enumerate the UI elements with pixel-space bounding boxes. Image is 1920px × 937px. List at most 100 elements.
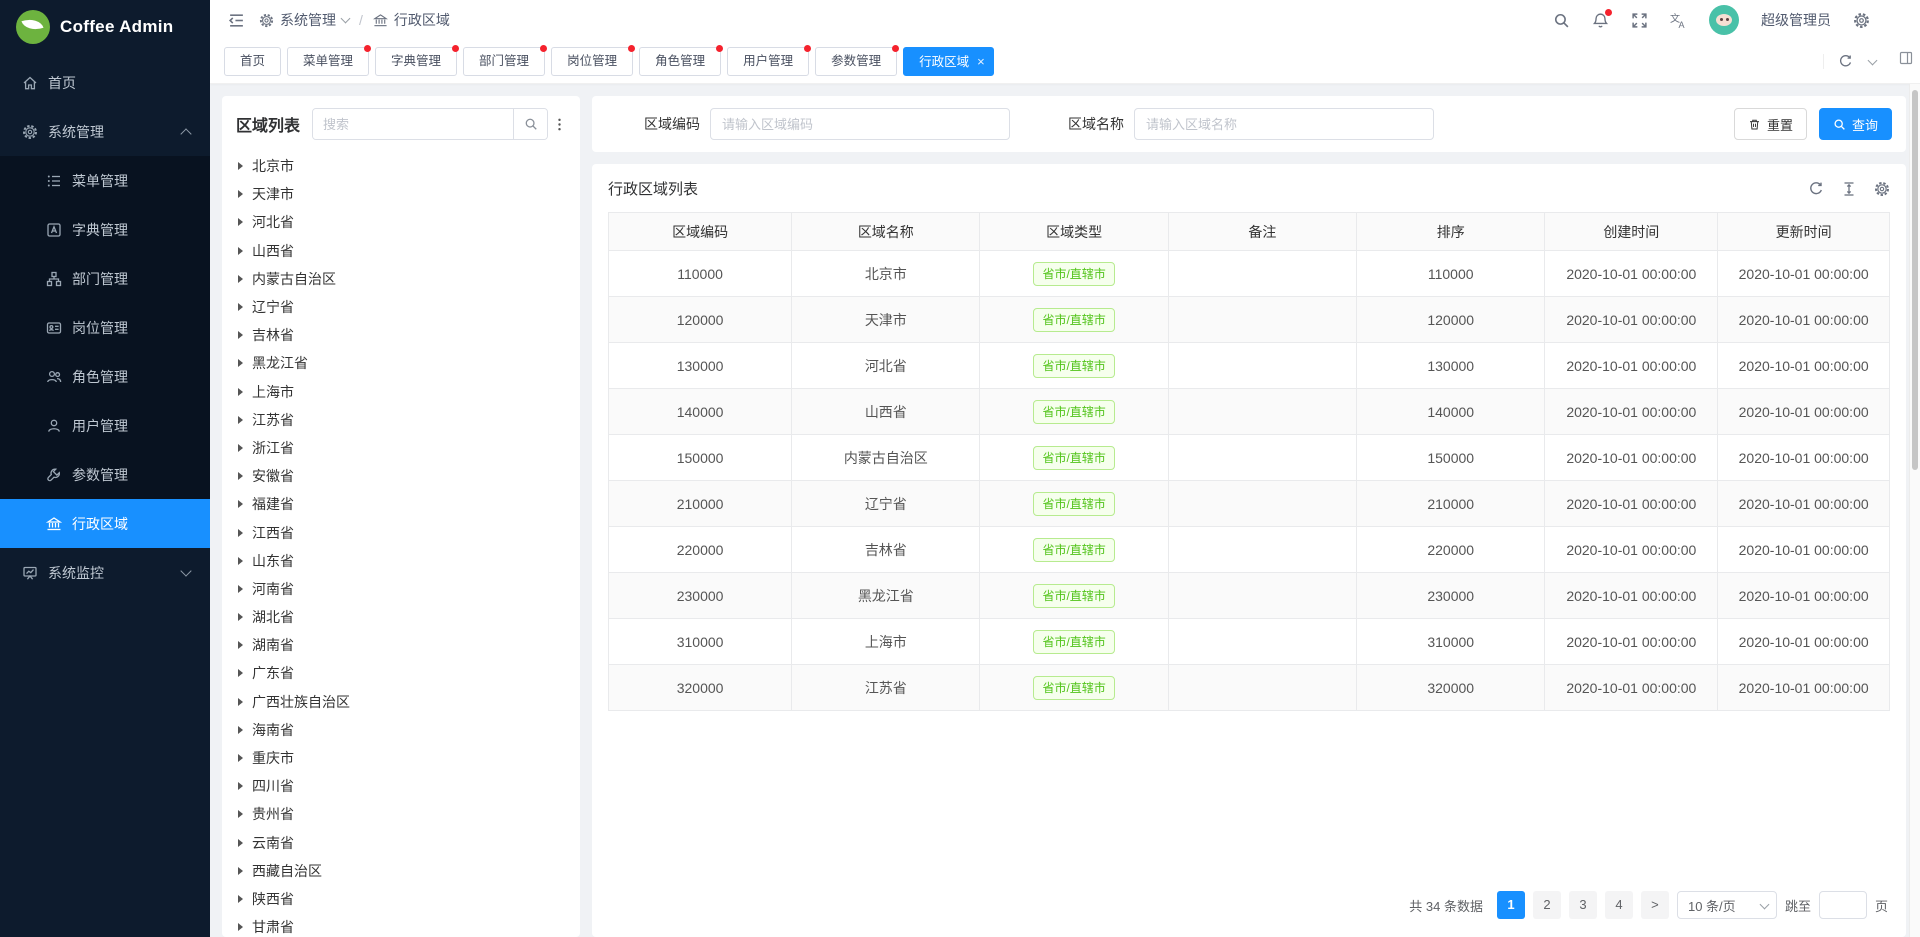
tree-node-福建省[interactable]: 福建省 <box>238 490 580 518</box>
tree-node-湖南省[interactable]: 湖南省 <box>238 631 580 659</box>
table-row[interactable]: 150000内蒙古自治区省市/直辖市1500002020-10-01 00:00… <box>609 435 1890 481</box>
tree-node-广西壮族自治区[interactable]: 广西壮族自治区 <box>238 688 580 716</box>
caret-right-icon[interactable] <box>238 500 243 508</box>
caret-right-icon[interactable] <box>238 782 243 790</box>
table-row[interactable]: 310000上海市省市/直辖市3100002020-10-01 00:00:00… <box>609 619 1890 665</box>
app-logo[interactable]: Coffee Admin <box>0 0 210 54</box>
tree-node-广东省[interactable]: 广东省 <box>238 659 580 687</box>
sidebar-item-region[interactable]: 行政区域 <box>0 499 210 548</box>
caret-right-icon[interactable] <box>238 303 243 311</box>
tree-node-山东省[interactable]: 山东省 <box>238 547 580 575</box>
translate-icon[interactable]: 文A <box>1670 12 1687 29</box>
caret-right-icon[interactable] <box>238 895 243 903</box>
caret-right-icon[interactable] <box>238 585 243 593</box>
tree-node-重庆市[interactable]: 重庆市 <box>238 744 580 772</box>
table-row[interactable]: 140000山西省省市/直辖市1400002020-10-01 00:00:00… <box>609 389 1890 435</box>
caret-right-icon[interactable] <box>238 472 243 480</box>
tab-部门管理[interactable]: 部门管理 <box>463 47 545 76</box>
caret-right-icon[interactable] <box>238 190 243 198</box>
region-code-input[interactable] <box>710 108 1010 140</box>
tree-node-天津市[interactable]: 天津市 <box>238 180 580 208</box>
table-refresh-icon[interactable] <box>1808 181 1824 197</box>
table-row[interactable]: 110000北京市省市/直辖市1100002020-10-01 00:00:00… <box>609 251 1890 297</box>
tree-node-甘肃省[interactable]: 甘肃省 <box>238 913 580 937</box>
tree-node-内蒙古自治区[interactable]: 内蒙古自治区 <box>238 265 580 293</box>
scrollbar-thumb[interactable] <box>1912 90 1918 470</box>
refresh-icon[interactable] <box>1838 54 1853 69</box>
sidebar-item-home[interactable]: 首页 <box>0 58 210 107</box>
tree-node-海南省[interactable]: 海南省 <box>238 716 580 744</box>
fullscreen-icon[interactable] <box>1631 12 1648 29</box>
tree-node-北京市[interactable]: 北京市 <box>238 152 580 180</box>
tab-字典管理[interactable]: 字典管理 <box>375 47 457 76</box>
tab-角色管理[interactable]: 角色管理 <box>639 47 721 76</box>
table-row[interactable]: 220000吉林省省市/直辖市2200002020-10-01 00:00:00… <box>609 527 1890 573</box>
caret-right-icon[interactable] <box>238 698 243 706</box>
settings-gear-icon[interactable] <box>1853 12 1870 29</box>
tree-node-河南省[interactable]: 河南省 <box>238 575 580 603</box>
caret-right-icon[interactable] <box>238 162 243 170</box>
menu-fold-icon[interactable] <box>228 12 245 29</box>
caret-right-icon[interactable] <box>238 669 243 677</box>
jump-page-input[interactable] <box>1819 891 1867 919</box>
tree-node-河北省[interactable]: 河北省 <box>238 208 580 236</box>
page-button-1[interactable]: 1 <box>1497 891 1525 919</box>
table-row[interactable]: 210000辽宁省省市/直辖市2100002020-10-01 00:00:00… <box>609 481 1890 527</box>
search-button[interactable]: 查询 <box>1819 108 1892 140</box>
tree-node-吉林省[interactable]: 吉林省 <box>238 321 580 349</box>
caret-right-icon[interactable] <box>238 923 243 931</box>
tab-参数管理[interactable]: 参数管理 <box>815 47 897 76</box>
tab-菜单管理[interactable]: 菜单管理 <box>287 47 369 76</box>
caret-right-icon[interactable] <box>238 331 243 339</box>
caret-right-icon[interactable] <box>238 529 243 537</box>
tree-node-浙江省[interactable]: 浙江省 <box>238 434 580 462</box>
caret-right-icon[interactable] <box>238 416 243 424</box>
window-scrollbar[interactable] <box>1909 84 1920 937</box>
tree-node-西藏自治区[interactable]: 西藏自治区 <box>238 857 580 885</box>
page-button-4[interactable]: 4 <box>1605 891 1633 919</box>
tree-search-input[interactable] <box>313 109 513 139</box>
tree-node-江西省[interactable]: 江西省 <box>238 518 580 546</box>
sidebar-item-system[interactable]: 系统管理 <box>0 107 210 156</box>
caret-right-icon[interactable] <box>238 613 243 621</box>
more-options-icon[interactable] <box>548 117 570 132</box>
tree-node-黑龙江省[interactable]: 黑龙江省 <box>238 349 580 377</box>
caret-right-icon[interactable] <box>238 275 243 283</box>
sidebar-item-param[interactable]: 参数管理 <box>0 450 210 499</box>
tree-search-button[interactable] <box>513 109 547 139</box>
sidebar-item-dept[interactable]: 部门管理 <box>0 254 210 303</box>
search-icon[interactable] <box>1553 12 1570 29</box>
caret-right-icon[interactable] <box>238 247 243 255</box>
caret-right-icon[interactable] <box>238 867 243 875</box>
sidebar-item-post[interactable]: 岗位管理 <box>0 303 210 352</box>
sidebar-item-dict[interactable]: 字典管理 <box>0 205 210 254</box>
sidebar-item-user[interactable]: 用户管理 <box>0 401 210 450</box>
tab-actions-chevron-icon[interactable] <box>1868 56 1878 66</box>
layout-panel-icon[interactable] <box>1898 50 1914 66</box>
caret-right-icon[interactable] <box>238 810 243 818</box>
caret-right-icon[interactable] <box>238 218 243 226</box>
region-name-input[interactable] <box>1134 108 1434 140</box>
caret-right-icon[interactable] <box>238 388 243 396</box>
tree-node-云南省[interactable]: 云南省 <box>238 829 580 857</box>
tree-node-湖北省[interactable]: 湖北省 <box>238 603 580 631</box>
column-settings-gear-icon[interactable] <box>1874 181 1890 197</box>
caret-right-icon[interactable] <box>238 444 243 452</box>
tree-node-贵州省[interactable]: 贵州省 <box>238 800 580 828</box>
sidebar-item-role[interactable]: 角色管理 <box>0 352 210 401</box>
page-button-3[interactable]: 3 <box>1569 891 1597 919</box>
tab-首页[interactable]: 首页 <box>224 47 281 76</box>
table-row[interactable]: 130000河北省省市/直辖市1300002020-10-01 00:00:00… <box>609 343 1890 389</box>
user-name[interactable]: 超级管理员 <box>1761 10 1831 30</box>
row-density-icon[interactable] <box>1841 181 1857 197</box>
caret-right-icon[interactable] <box>238 839 243 847</box>
tab-行政区域[interactable]: 行政区域× <box>903 47 994 76</box>
table-row[interactable]: 230000黑龙江省省市/直辖市2300002020-10-01 00:00:0… <box>609 573 1890 619</box>
tree-node-辽宁省[interactable]: 辽宁省 <box>238 293 580 321</box>
user-avatar[interactable] <box>1709 5 1739 35</box>
page-size-select[interactable]: 10 条/页 <box>1677 891 1777 919</box>
table-row[interactable]: 120000天津市省市/直辖市1200002020-10-01 00:00:00… <box>609 297 1890 343</box>
tree-node-江苏省[interactable]: 江苏省 <box>238 406 580 434</box>
tree-node-山西省[interactable]: 山西省 <box>238 237 580 265</box>
tree-node-安徽省[interactable]: 安徽省 <box>238 462 580 490</box>
